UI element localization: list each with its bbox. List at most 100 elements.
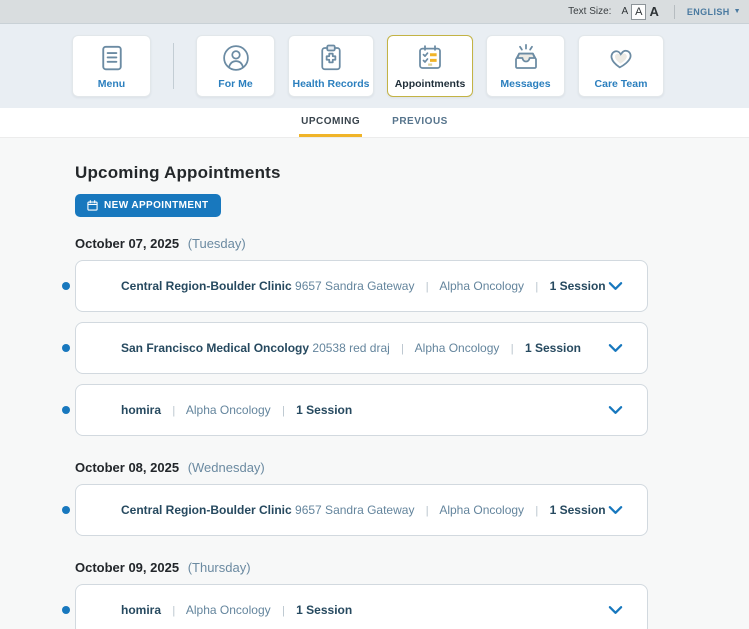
session-count: 1 Session: [525, 341, 581, 355]
facility-name: San Francisco Medical Oncology: [121, 341, 309, 355]
appointment-summary: homira | Alpha Oncology | 1 Session: [121, 603, 352, 617]
language-selector[interactable]: ENGLISH ▼: [687, 7, 741, 17]
separator: |: [172, 605, 175, 617]
text-size-small-button[interactable]: A: [618, 4, 631, 19]
separator: |: [426, 505, 429, 517]
session-count: 1 Session: [296, 403, 352, 417]
appointment-summary: San Francisco Medical Oncology 20538 red…: [121, 341, 581, 355]
group-date-row: October 07, 2025 (Tuesday): [75, 236, 648, 251]
group-date: October 09, 2025: [75, 560, 179, 575]
provider-name: Alpha Oncology: [415, 341, 500, 355]
nav-item-label: Care Team: [595, 78, 648, 90]
appointment-summary: Central Region-Boulder Clinic 9657 Sandr…: [121, 503, 606, 517]
calendar-icon: [87, 200, 98, 211]
new-appointment-button[interactable]: NEW APPOINTMENT: [75, 194, 221, 217]
appointment-list: Central Region-Boulder Clinic 9657 Sandr…: [75, 484, 648, 536]
expand-chevron-icon[interactable]: [606, 603, 625, 617]
nav-divider: [173, 43, 174, 89]
appointment-list: Central Region-Boulder Clinic 9657 Sandr…: [75, 260, 648, 436]
separator: |: [426, 281, 429, 293]
status-dot: [62, 506, 70, 514]
page-title: Upcoming Appointments: [75, 163, 648, 183]
expand-chevron-icon[interactable]: [606, 341, 625, 355]
separator: |: [282, 405, 285, 417]
text-size-medium-button[interactable]: A: [631, 4, 646, 20]
appointment-card[interactable]: Central Region-Boulder Clinic 9657 Sandr…: [75, 260, 648, 312]
facility-address: 9657 Sandra Gateway: [295, 279, 414, 293]
topbar: Text Size: A A A ENGLISH ▼: [0, 0, 749, 23]
status-dot: [62, 406, 70, 414]
nav-item-label: Messages: [500, 78, 550, 90]
status-dot: [62, 606, 70, 614]
calendar-checklist-icon: [415, 43, 445, 73]
provider-name: Alpha Oncology: [186, 603, 271, 617]
nav-item-label: For Me: [218, 78, 252, 90]
appointment-group: October 07, 2025 (Tuesday) Central Regio…: [75, 236, 648, 436]
session-count: 1 Session: [296, 603, 352, 617]
session-count: 1 Session: [550, 503, 606, 517]
language-label: ENGLISH: [687, 7, 730, 17]
nav-item-for-me[interactable]: For Me: [196, 35, 275, 97]
nav-item-menu[interactable]: Menu: [72, 35, 151, 97]
nav-item-label: Health Records: [292, 78, 369, 90]
expand-chevron-icon[interactable]: [606, 403, 625, 417]
appointment-groups: October 07, 2025 (Tuesday) Central Regio…: [75, 236, 648, 629]
tab-upcoming[interactable]: UPCOMING: [299, 108, 362, 137]
appointment-list: homira | Alpha Oncology | 1 Session: [75, 584, 648, 629]
nav-item-label: Menu: [98, 78, 125, 90]
tab-bar: UPCOMING PREVIOUS: [0, 108, 749, 138]
heart-icon: [606, 43, 636, 73]
provider-name: Alpha Oncology: [439, 503, 524, 517]
separator: |: [535, 281, 538, 293]
new-appointment-label: NEW APPOINTMENT: [104, 200, 209, 211]
main-content: Upcoming Appointments NEW APPOINTMENT Oc…: [0, 138, 749, 629]
status-dot: [62, 282, 70, 290]
appointment-summary: Central Region-Boulder Clinic 9657 Sandr…: [121, 279, 606, 293]
status-dot: [62, 344, 70, 352]
menu-icon: [97, 43, 127, 73]
separator: |: [401, 343, 404, 355]
session-count: 1 Session: [550, 279, 606, 293]
facility-name: Central Region-Boulder Clinic: [121, 503, 292, 517]
facility-name: homira: [121, 603, 161, 617]
nav-item-health-records[interactable]: Health Records: [288, 35, 374, 97]
group-weekday: (Wednesday): [188, 460, 265, 475]
caret-down-icon: ▼: [734, 8, 741, 15]
provider-name: Alpha Oncology: [439, 279, 524, 293]
separator: |: [511, 343, 514, 355]
nav-item-label: Appointments: [395, 78, 466, 90]
clipboard-medical-icon: [316, 43, 346, 73]
main-nav: Menu For Me Health Records: [0, 23, 749, 108]
separator: |: [282, 605, 285, 617]
facility-name: Central Region-Boulder Clinic: [121, 279, 292, 293]
appointment-card[interactable]: homira | Alpha Oncology | 1 Session: [75, 584, 648, 629]
text-size-large-button[interactable]: A: [646, 4, 661, 19]
group-weekday: (Tuesday): [188, 236, 246, 251]
appointment-group: October 09, 2025 (Thursday) homira | Alp…: [75, 560, 648, 629]
group-date: October 08, 2025: [75, 460, 179, 475]
provider-name: Alpha Oncology: [186, 403, 271, 417]
topbar-divider: [674, 5, 675, 19]
appointment-card[interactable]: Central Region-Boulder Clinic 9657 Sandr…: [75, 484, 648, 536]
separator: |: [172, 405, 175, 417]
nav-item-care-team[interactable]: Care Team: [578, 35, 664, 97]
appointment-summary: homira | Alpha Oncology | 1 Session: [121, 403, 352, 417]
group-weekday: (Thursday): [188, 560, 251, 575]
group-date-row: October 09, 2025 (Thursday): [75, 560, 648, 575]
group-date-row: October 08, 2025 (Wednesday): [75, 460, 648, 475]
text-size-label: Text Size:: [568, 6, 611, 17]
facility-name: homira: [121, 403, 161, 417]
facility-address: 20538 red draj: [312, 341, 389, 355]
appointment-card[interactable]: San Francisco Medical Oncology 20538 red…: [75, 322, 648, 374]
inbox-icon: [511, 43, 541, 73]
appointment-card[interactable]: homira | Alpha Oncology | 1 Session: [75, 384, 648, 436]
person-icon: [221, 43, 251, 73]
tab-previous[interactable]: PREVIOUS: [390, 108, 450, 137]
nav-item-appointments[interactable]: Appointments: [387, 35, 473, 97]
expand-chevron-icon[interactable]: [606, 279, 625, 293]
separator: |: [535, 505, 538, 517]
group-date: October 07, 2025: [75, 236, 179, 251]
nav-item-messages[interactable]: Messages: [486, 35, 565, 97]
appointment-group: October 08, 2025 (Wednesday) Central Reg…: [75, 460, 648, 536]
expand-chevron-icon[interactable]: [606, 503, 625, 517]
